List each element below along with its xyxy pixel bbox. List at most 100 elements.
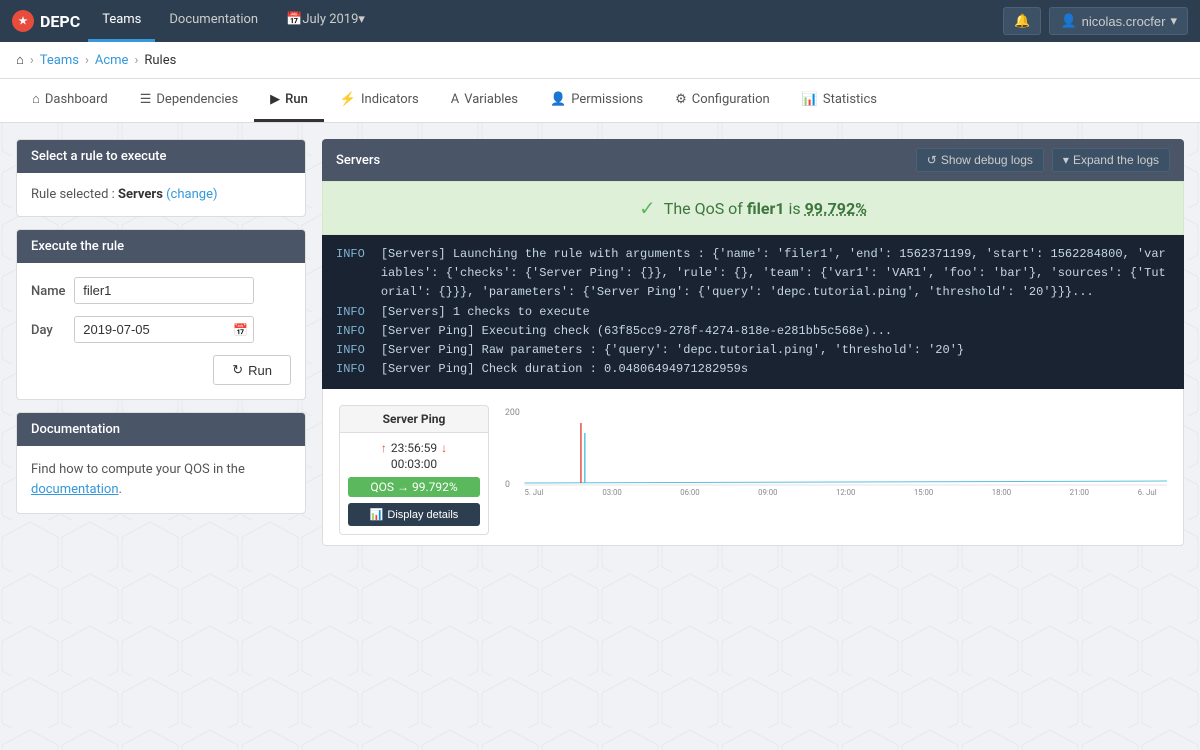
tab-indicators[interactable]: ⚡ Indicators xyxy=(324,80,435,122)
tabs-bar: ⌂ Dashboard ☰ Dependencies ▶ Run ⚡ Indic… xyxy=(0,79,1200,123)
tab-statistics[interactable]: 📊 Statistics xyxy=(786,80,893,122)
display-details-button[interactable]: 📊 Display details xyxy=(348,503,480,526)
execute-rule-body: Name Day 📅 ↻ Run xyxy=(17,263,305,399)
sidebar: Select a rule to execute Rule selected :… xyxy=(16,139,306,514)
day-form-group: Day 📅 xyxy=(31,316,291,343)
sp-duration: 00:03:00 xyxy=(348,457,480,471)
log-level: INFO xyxy=(336,303,365,322)
nav-documentation[interactable]: Documentation xyxy=(155,0,272,42)
x-label-2: 06:00 xyxy=(680,488,699,495)
chart-icon: 📊 xyxy=(370,508,384,521)
qos-banner: ✓ The QoS of filer1 is 99.792% xyxy=(322,181,1184,235)
selected-rule-name: Servers xyxy=(118,187,163,202)
select-rule-card: Select a rule to execute Rule selected :… xyxy=(16,139,306,217)
day-input-wrapper: 📅 xyxy=(74,316,254,343)
breadcrumb-sep-3: › xyxy=(134,53,138,68)
expand-logs-button[interactable]: ▾ Expand the logs xyxy=(1052,148,1170,172)
logo-icon: ★ xyxy=(12,10,34,32)
breadcrumb: ⌂ › Teams › Acme › Rules xyxy=(0,42,1200,79)
change-rule-link[interactable]: (change) xyxy=(166,187,217,202)
navbar: ★ DEPC Teams Documentation 📅 July 2019 ▾… xyxy=(0,0,1200,42)
calendar-icon: 📅 xyxy=(286,12,302,27)
execute-rule-card: Execute the rule Name Day 📅 ↻ Run xyxy=(16,229,306,400)
tab-variables[interactable]: A Variables xyxy=(435,80,534,122)
nav-teams[interactable]: Teams xyxy=(88,0,155,42)
debug-icon: ↺ xyxy=(927,153,937,167)
main-content: Select a rule to execute Rule selected :… xyxy=(0,123,1200,562)
log-level: INFO xyxy=(336,245,365,303)
x-label-8: 6. Jul xyxy=(1138,488,1157,495)
brand: ★ DEPC xyxy=(12,10,80,32)
down-arrow-icon: ↓ xyxy=(441,441,447,455)
qos-server-name: filer1 xyxy=(747,199,785,218)
tab-dependencies[interactable]: ☰ Dependencies xyxy=(124,80,254,122)
panel-actions: ↺ Show debug logs ▾ Expand the logs xyxy=(916,148,1170,172)
breadcrumb-teams[interactable]: Teams xyxy=(40,53,79,68)
rule-selected-text: Rule selected : Servers (change) xyxy=(31,187,291,202)
nav-date[interactable]: 📅 July 2019 ▾ xyxy=(272,0,379,42)
execute-rule-header: Execute the rule xyxy=(17,230,305,263)
tab-dashboard[interactable]: ⌂ Dashboard xyxy=(16,79,124,122)
x-label-1: 03:00 xyxy=(602,488,621,495)
check-icon: ✓ xyxy=(639,196,656,220)
day-label: Day xyxy=(31,323,71,338)
statistics-icon: 📊 xyxy=(802,92,818,107)
run-icon: ▶ xyxy=(270,92,280,107)
breadcrumb-acme[interactable]: Acme xyxy=(95,53,129,68)
panel-header: Servers ↺ Show debug logs ▾ Expand the l… xyxy=(322,139,1184,181)
doc-text: Find how to compute your QOS in the docu… xyxy=(31,460,291,499)
server-ping-body: ↑ 23:56:59 ↓ 00:03:00 QOS → 99.792% 📊 Di… xyxy=(340,433,488,534)
name-form-group: Name xyxy=(31,277,291,304)
indicators-icon: ⚡ xyxy=(340,92,356,107)
up-arrow-icon: ↑ xyxy=(381,441,387,455)
server-ping-card: Server Ping ↑ 23:56:59 ↓ 00:03:00 QOS → … xyxy=(339,405,489,535)
up-time: 23:56:59 xyxy=(391,441,437,455)
log-entry: INFO [Servers] Launching the rule with ar… xyxy=(336,245,1170,303)
x-label-3: 09:00 xyxy=(758,488,777,495)
tab-configuration[interactable]: ⚙ Configuration xyxy=(659,80,786,122)
x-label-0: 5. Jul xyxy=(524,488,543,495)
day-input[interactable] xyxy=(74,316,254,343)
user-menu-button[interactable]: 👤 nicolas.crocfer ▾ xyxy=(1049,7,1188,35)
chart-container: Server Ping ↑ 23:56:59 ↓ 00:03:00 QOS → … xyxy=(322,389,1184,546)
right-panel: Servers ↺ Show debug logs ▾ Expand the l… xyxy=(322,139,1184,546)
log-message: [Servers] 1 checks to execute xyxy=(381,303,590,322)
home-icon[interactable]: ⌂ xyxy=(16,52,24,68)
qos-value: 99.792% xyxy=(805,199,867,218)
run-refresh-icon: ↻ xyxy=(232,362,243,378)
tab-run[interactable]: ▶ Run xyxy=(254,80,324,122)
log-message: [Server Ping] Executing check (63f85cc9-… xyxy=(381,322,892,341)
brand-name: DEPC xyxy=(40,12,80,31)
documentation-link[interactable]: documentation xyxy=(31,482,119,497)
panel-title: Servers xyxy=(336,153,380,168)
y-label-200: 200 xyxy=(505,408,520,418)
sp-qos-badge: QOS → 99.792% xyxy=(348,477,480,497)
notifications-button[interactable]: 🔔 xyxy=(1003,7,1041,35)
baseline-line xyxy=(524,481,1167,483)
bell-icon: 🔔 xyxy=(1014,13,1030,29)
documentation-card: Documentation Find how to compute your Q… xyxy=(16,412,306,514)
run-button[interactable]: ↻ Run xyxy=(213,355,291,385)
x-label-7: 21:00 xyxy=(1070,488,1089,495)
log-entry: INFO[Server Ping] Check duration : 0.048… xyxy=(336,360,1170,379)
log-level: INFO xyxy=(336,360,365,379)
breadcrumb-current: Rules xyxy=(144,53,176,68)
expand-icon: ▾ xyxy=(1063,153,1069,167)
tab-permissions[interactable]: 👤 Permissions xyxy=(534,80,659,122)
name-input[interactable] xyxy=(74,277,254,304)
dependencies-icon: ☰ xyxy=(140,92,152,107)
user-icon: 👤 xyxy=(1060,13,1076,29)
user-chevron-icon: ▾ xyxy=(1170,13,1177,29)
dashboard-icon: ⌂ xyxy=(32,91,40,107)
configuration-icon: ⚙ xyxy=(675,92,687,107)
permissions-icon: 👤 xyxy=(550,92,566,107)
log-level: INFO xyxy=(336,341,365,360)
username-label: nicolas.crocfer xyxy=(1082,14,1166,29)
chart-svg-wrapper: 200 0 5. Jul 03:00 06:00 09:00 12:00 15:… xyxy=(505,405,1167,535)
log-message: [Servers] Launching the rule with argume… xyxy=(381,245,1170,303)
select-rule-header: Select a rule to execute xyxy=(17,140,305,173)
show-debug-button[interactable]: ↺ Show debug logs xyxy=(916,148,1044,172)
log-message: [Server Ping] Raw parameters : {'query':… xyxy=(381,341,964,360)
navbar-right: 🔔 👤 nicolas.crocfer ▾ xyxy=(1003,7,1188,35)
log-area: INFO [Servers] Launching the rule with ar… xyxy=(322,235,1184,389)
